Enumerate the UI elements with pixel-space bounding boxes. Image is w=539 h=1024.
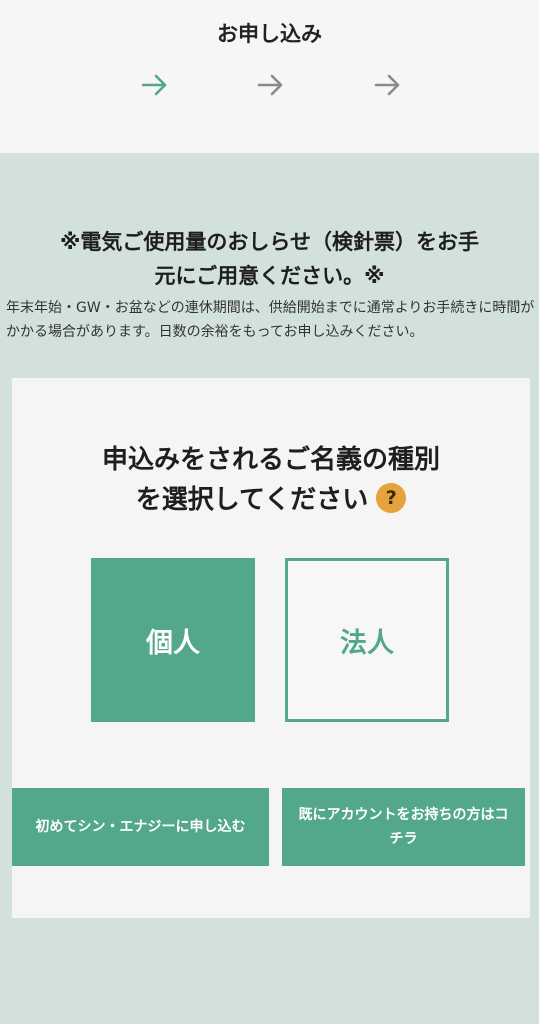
- question-line-2: を選択してください?: [12, 480, 530, 520]
- contract-type-question: 申込みをされるご名義の種別 を選択してください?: [12, 440, 530, 520]
- corporate-option-button[interactable]: 法人: [285, 558, 449, 722]
- existing-account-button[interactable]: 既にアカウントをお持ちの方はコチラ: [282, 788, 525, 866]
- question-line-2-text: を選択してください: [135, 485, 369, 515]
- arrow-right-icon: [257, 74, 283, 96]
- meter-notice: ※電気ご使用量のおしらせ（検針票）をお手 元にご用意ください。※: [0, 225, 539, 293]
- new-signup-button[interactable]: 初めてシン・エナジーに申し込む: [12, 788, 269, 866]
- individual-option-button[interactable]: 個人: [91, 558, 255, 722]
- help-icon[interactable]: ?: [376, 482, 407, 513]
- page-title: お申し込み: [217, 22, 322, 46]
- meter-notice-line-1: ※電気ご使用量のおしらせ（検針票）をお手: [60, 230, 479, 254]
- holiday-notice: 年末年始・GW・お盆などの連休期間は、供給開始までに通常よりお手続きに時間がかか…: [6, 300, 535, 340]
- meter-notice-line-2: 元にご用意ください。※: [154, 264, 385, 288]
- question-line-1: 申込みをされるご名義の種別: [101, 445, 440, 475]
- header: お申し込み: [0, 0, 539, 153]
- arrow-right-icon: [374, 74, 400, 96]
- arrow-right-icon: [141, 74, 167, 96]
- contract-type-card: 申込みをされるご名義の種別 を選択してください? 個人 法人 初めてシン・エナジ…: [12, 378, 530, 918]
